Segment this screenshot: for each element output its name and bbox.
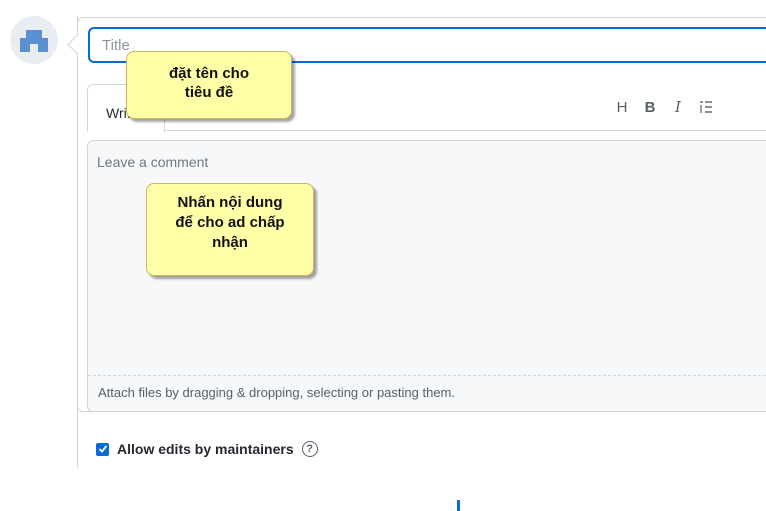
- heading-icon[interactable]: H: [608, 95, 636, 119]
- comment-textarea[interactable]: [87, 140, 766, 412]
- attach-files-hint[interactable]: Attach files by dragging & dropping, sel…: [98, 385, 455, 400]
- help-icon[interactable]: ?: [301, 441, 318, 457]
- allow-edits-checkbox[interactable]: [96, 442, 109, 456]
- comment-placeholder: Leave a comment: [97, 154, 209, 170]
- italic-icon[interactable]: I: [664, 95, 692, 119]
- markdown-toolbar: H B I: [608, 95, 720, 119]
- check-icon: [98, 445, 107, 453]
- allow-edits-label: Allow edits by maintainers: [117, 441, 294, 457]
- allow-edits-row: Allow edits by maintainers ?: [96, 441, 318, 457]
- bold-icon[interactable]: B: [636, 95, 664, 119]
- annotation-title-note: đặt tên cho tiêu đề: [126, 51, 292, 119]
- text-cursor-mark: [457, 500, 460, 511]
- avatar: [10, 16, 58, 64]
- list-icon[interactable]: [692, 95, 720, 119]
- annotation-comment-note: Nhấn nội dung để cho ad chấp nhận: [146, 183, 314, 276]
- tab-divider: [165, 130, 766, 131]
- attach-divider: [88, 375, 766, 376]
